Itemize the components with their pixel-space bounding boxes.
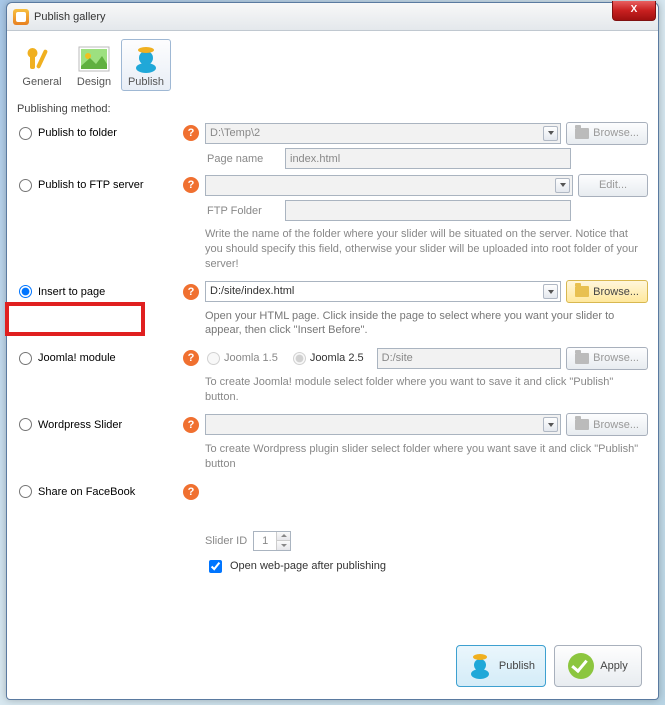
publish-person-icon [128,44,164,74]
joomla-browse-button[interactable]: Browse... [566,347,648,370]
picture-icon [76,44,112,74]
ftp-hint: Write the name of the folder where your … [205,227,648,272]
tab-publish[interactable]: Publish [121,39,171,91]
tab-publish-label: Publish [124,76,168,88]
radio-facebook-label: Share on FaceBook [38,486,135,498]
publish-gallery-window: Publish gallery X General [6,2,659,700]
open-after-label: Open web-page after publishing [230,560,386,572]
radio-publish-folder-label: Publish to folder [38,127,117,139]
wordpress-path-combo[interactable] [205,414,561,435]
insert-path-combo[interactable]: D:/site/index.html [205,281,561,302]
tab-general[interactable]: General [17,39,67,91]
publish-button[interactable]: Publish [456,645,546,687]
ftp-server-combo[interactable] [205,175,573,196]
chevron-down-icon[interactable] [555,178,570,193]
page-name-label: Page name [205,153,285,165]
insert-browse-button[interactable]: Browse... [566,280,648,303]
wrench-icon [24,44,60,74]
check-icon [568,653,594,679]
insert-hint: Open your HTML page. Click inside the pa… [205,309,648,339]
radio-joomla-label: Joomla! module [38,352,116,364]
joomla-path-input[interactable] [377,348,562,369]
tab-bar: General Design [17,39,648,91]
window-title: Publish gallery [34,11,654,23]
folder-icon [575,419,589,430]
radio-joomla[interactable] [19,352,32,365]
chevron-down-icon[interactable] [543,284,558,299]
radio-publish-folder[interactable] [19,127,32,140]
radio-joomla15[interactable] [207,352,220,365]
folder-browse-button[interactable]: Browse... [566,122,648,145]
folder-icon [575,353,589,364]
slider-id-label: Slider ID [205,535,247,547]
page-name-input[interactable] [285,148,571,169]
spinner-up-icon[interactable] [277,532,290,542]
radio-insert-page-label: Insert to page [38,286,105,298]
radio-wordpress[interactable] [19,418,32,431]
publish-person-icon [467,652,493,680]
folder-path-combo[interactable]: D:\Temp\2 [205,123,561,144]
chevron-down-icon[interactable] [543,126,558,141]
wordpress-browse-button[interactable]: Browse... [566,413,648,436]
radio-facebook[interactable] [19,485,32,498]
tab-design[interactable]: Design [69,39,119,91]
help-icon[interactable]: ? [183,125,199,141]
help-icon[interactable]: ? [183,484,199,500]
radio-joomla25[interactable] [293,352,306,365]
spinner-down-icon[interactable] [277,541,290,550]
joomla-hint: To create Joomla! module select folder w… [205,375,648,405]
apply-button[interactable]: Apply [554,645,642,687]
radio-insert-page[interactable] [19,285,32,298]
chevron-down-icon[interactable] [543,417,558,432]
folder-icon [575,128,589,139]
close-button[interactable]: X [612,1,656,21]
section-label: Publishing method: [17,103,648,115]
slider-id-spinner[interactable]: 1 [253,531,291,551]
tab-general-label: General [20,76,64,88]
ftp-folder-input[interactable] [285,200,571,221]
tab-design-label: Design [72,76,116,88]
open-after-checkbox[interactable] [209,560,222,573]
titlebar[interactable]: Publish gallery X [7,3,658,31]
help-icon[interactable]: ? [183,417,199,433]
ftp-edit-button[interactable]: Edit... [578,174,648,197]
app-icon [13,9,29,25]
ftp-folder-label: FTP Folder [205,205,285,217]
radio-wordpress-label: Wordpress Slider [38,419,122,431]
help-icon[interactable]: ? [183,350,199,366]
folder-icon [575,286,589,297]
highlight-annotation [5,302,145,336]
help-icon[interactable]: ? [183,177,199,193]
radio-ftp[interactable] [19,179,32,192]
radio-ftp-label: Publish to FTP server [38,179,144,191]
help-icon[interactable]: ? [183,284,199,300]
wordpress-hint: To create Wordpress plugin slider select… [205,442,648,472]
